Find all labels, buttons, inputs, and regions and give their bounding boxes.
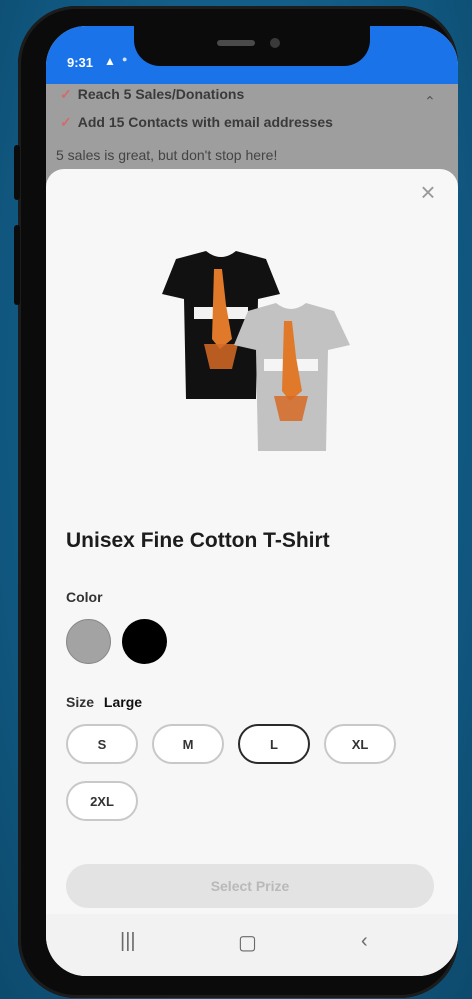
color-swatch-black[interactable] <box>122 619 167 664</box>
check-icon: ✓ <box>60 86 72 102</box>
volume-button <box>14 145 20 200</box>
notification-dot-icon: ● <box>122 54 128 64</box>
goal-item: ✓ Add 15 Contacts with email addresses <box>60 114 333 130</box>
chevron-up-icon[interactable]: ⌄ <box>424 92 436 109</box>
recent-apps-icon[interactable]: ||| <box>120 930 136 953</box>
size-button-xl[interactable]: XL <box>324 724 396 764</box>
prize-sheet: × Unisex Fine Cotton T-Shirt Color Size … <box>46 169 458 914</box>
size-button-2xl[interactable]: 2XL <box>66 781 138 821</box>
status-time: 9:31 <box>67 55 94 70</box>
speaker <box>217 40 255 46</box>
selected-size: Large <box>103 694 143 710</box>
color-swatch-gray[interactable] <box>66 619 111 664</box>
color-label: Color <box>66 589 103 605</box>
goal-note: 5 sales is great, but don't stop here! <box>56 147 278 163</box>
alert-triangle-icon: ▲ <box>104 54 116 68</box>
goal-item: ✓ Reach 5 Sales/Donations <box>60 86 245 102</box>
product-title: Unisex Fine Cotton T-Shirt <box>66 529 330 552</box>
home-icon[interactable]: ▢ <box>238 930 257 955</box>
front-camera <box>270 38 280 48</box>
select-prize-button[interactable]: Select Prize <box>66 864 434 908</box>
size-button-l[interactable]: L <box>238 724 310 764</box>
size-label: Size <box>66 694 95 710</box>
camera-notch <box>134 26 370 66</box>
check-icon: ✓ <box>60 114 72 130</box>
close-icon[interactable]: × <box>414 179 442 207</box>
screen: 9:31 ▲ ● ✓ Reach 5 Sales/Donations ✓ Add 1… <box>46 26 458 976</box>
power-button <box>14 225 20 305</box>
back-icon[interactable]: ‹ <box>361 930 368 953</box>
size-button-s[interactable]: S <box>66 724 138 764</box>
size-button-m[interactable]: M <box>152 724 224 764</box>
size-label-row: Size Large <box>66 694 142 710</box>
tshirt-product-image <box>162 251 350 451</box>
android-nav-bar: ||| ▢ ‹ <box>46 914 458 976</box>
